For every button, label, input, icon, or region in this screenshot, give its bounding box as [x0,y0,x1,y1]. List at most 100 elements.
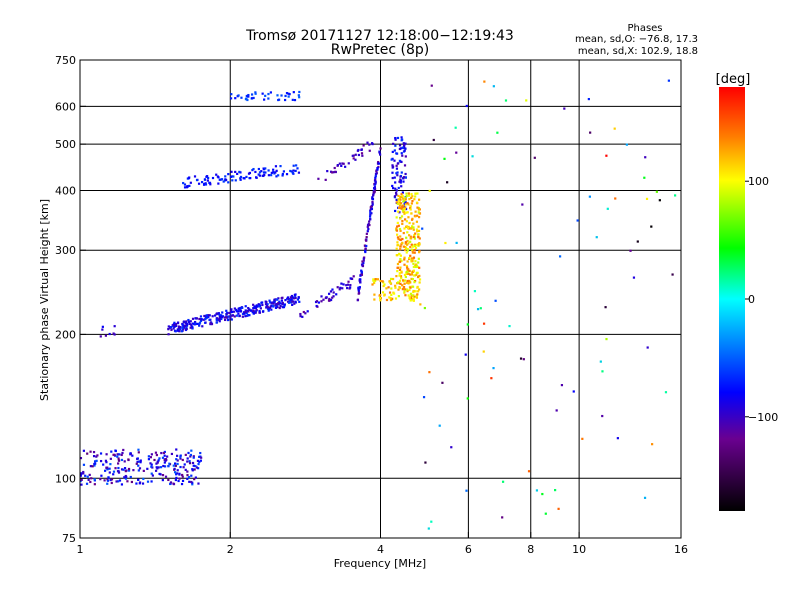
data-point [95,459,98,462]
data-point [101,325,104,328]
data-point [349,286,352,289]
data-point [408,288,411,291]
data-point [396,241,399,244]
data-point [401,138,404,141]
data-point [117,462,120,465]
data-point [293,302,296,305]
data-point [205,175,208,178]
data-point [258,174,262,177]
data-point [351,154,354,157]
data-point [103,479,106,482]
data-point [138,467,142,470]
chart-subtitle: RwPretec (8p) [331,42,429,58]
data-point [362,144,365,147]
data-point [161,456,165,459]
data-point [398,260,402,263]
data-point [102,463,105,466]
data-point [397,210,400,213]
data-point [347,280,350,283]
data-point [299,312,302,316]
data-point [237,312,240,315]
data-point [344,165,347,168]
data-point [521,203,524,206]
data-point [80,478,83,482]
data-point [390,293,393,297]
colorbar [719,87,745,511]
data-point [599,360,602,363]
data-point [187,318,190,322]
data-point [407,282,410,285]
data-point [361,154,364,157]
data-point [269,301,272,304]
data-point [373,187,377,191]
data-point [195,317,198,320]
data-point [188,480,191,483]
data-point [193,478,196,481]
data-point [409,208,412,211]
data-point [396,174,399,177]
data-point [220,178,224,181]
data-point [162,464,165,468]
data-point [217,176,220,179]
data-point [414,195,417,198]
data-point [162,451,166,455]
data-point [264,171,267,174]
data-point [294,169,297,173]
data-point [150,453,153,456]
data-point [283,303,286,306]
data-point [173,321,176,324]
data-point [359,278,362,281]
data-point [189,326,192,329]
data-point [264,94,267,97]
data-point [231,310,234,314]
data-point [409,240,412,243]
data-point [257,305,261,308]
data-point [239,309,242,312]
data-point [455,151,458,154]
data-point [408,194,411,197]
data-point [101,328,104,331]
data-point [296,167,299,170]
data-point [357,288,360,291]
data-point [388,280,391,283]
data-point [377,162,381,165]
data-point [404,172,407,176]
data-point [354,153,357,156]
data-point [279,165,282,168]
data-point [325,296,328,299]
data-point [424,461,427,464]
data-point [239,178,242,181]
data-point [283,98,287,102]
data-point [181,458,184,462]
data-point [404,275,407,279]
data-point [412,299,415,302]
data-point [198,460,201,463]
data-point [159,473,162,476]
data-point [267,97,270,100]
data-point [644,156,647,159]
data-point [379,147,382,150]
data-point [258,171,262,174]
data-point [613,127,616,130]
data-point [402,287,405,290]
data-point [245,175,248,179]
stats-heading: Phases [627,23,662,34]
data-point [391,171,394,174]
data-point [646,346,649,349]
ionogram-chart: Tromsø 20171127 12:18:00−12:19:43 RwPret… [38,23,778,570]
data-point [274,165,278,168]
data-point [409,299,412,302]
data-point [137,451,140,454]
data-point [149,456,153,459]
data-point [398,144,402,147]
data-point [338,288,341,291]
data-point [368,143,371,146]
data-point [114,449,117,452]
data-point [368,220,371,223]
data-point [398,286,401,289]
data-point [297,296,300,299]
data-point [161,474,165,477]
colorbar-ticks: 100 0 −100 [745,175,778,424]
data-point [400,215,404,218]
data-point [250,309,253,312]
